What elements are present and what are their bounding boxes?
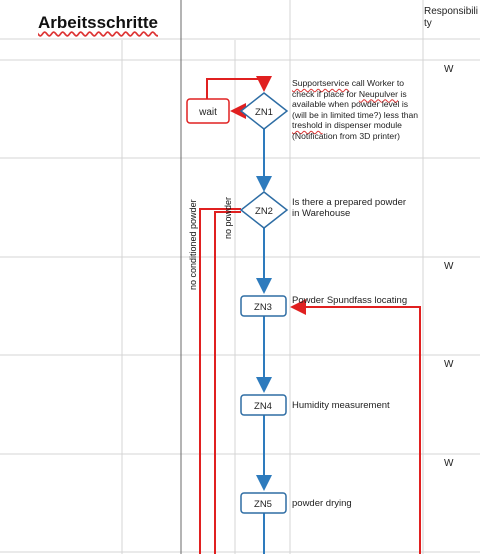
zn1-line6: (Notification from 3D printer) — [292, 130, 400, 141]
zn1-description: Supportservice call Worker to check if p… — [292, 78, 424, 141]
zn2-label: ZN2 — [255, 206, 273, 217]
zn3-description: Powder Spundfass locating — [292, 295, 408, 306]
no-powder-label: no powder — [223, 196, 233, 239]
flowchart-sheet: wait ZN1 ZN2 ZN3 ZN4 ZN5 Arbeitsschritte… — [0, 0, 480, 554]
responsibility-mark: W — [444, 261, 454, 272]
zn1-line4: (will be in limited time?) less than — [292, 109, 419, 120]
wait-label: wait — [198, 107, 217, 118]
zn1-line3: available when powder level is — [292, 99, 409, 109]
zn1-line1: call Worker to — [349, 78, 405, 88]
zn1-label: ZN1 — [255, 107, 273, 118]
zn5-label: ZN5 — [254, 499, 272, 510]
zn2-line2: in Warehouse — [292, 208, 351, 219]
responsibility-mark: W — [444, 64, 454, 75]
zn4-label: ZN4 — [254, 401, 272, 412]
zn1-line5: in dispenser module — [322, 120, 402, 130]
zn1-line2b: is — [398, 88, 407, 99]
no-conditioned-powder-label: no conditioned powder — [188, 199, 198, 290]
neupulver-word: Neupulver — [358, 88, 399, 99]
zn1-line2a: check if place for — [292, 88, 359, 99]
branch-connectors — [199, 76, 421, 554]
responsibility-mark: W — [444, 359, 454, 370]
zn4-description: Humidity measurement — [292, 400, 390, 411]
zn2-description: Is there a prepared powder in Warehouse — [292, 197, 406, 219]
responsibility-column-header: Responsibility — [424, 6, 478, 29]
zn5-description: powder drying — [292, 498, 352, 509]
supportservice-word: Supportservice — [292, 78, 350, 88]
treshold-word: treshold — [292, 120, 323, 130]
zn2-line1: Is there a prepared powder — [292, 197, 407, 208]
zn3-label: ZN3 — [254, 302, 272, 313]
sheet-title: Arbeitsschritte — [38, 13, 158, 32]
responsibility-mark: W — [444, 458, 454, 469]
